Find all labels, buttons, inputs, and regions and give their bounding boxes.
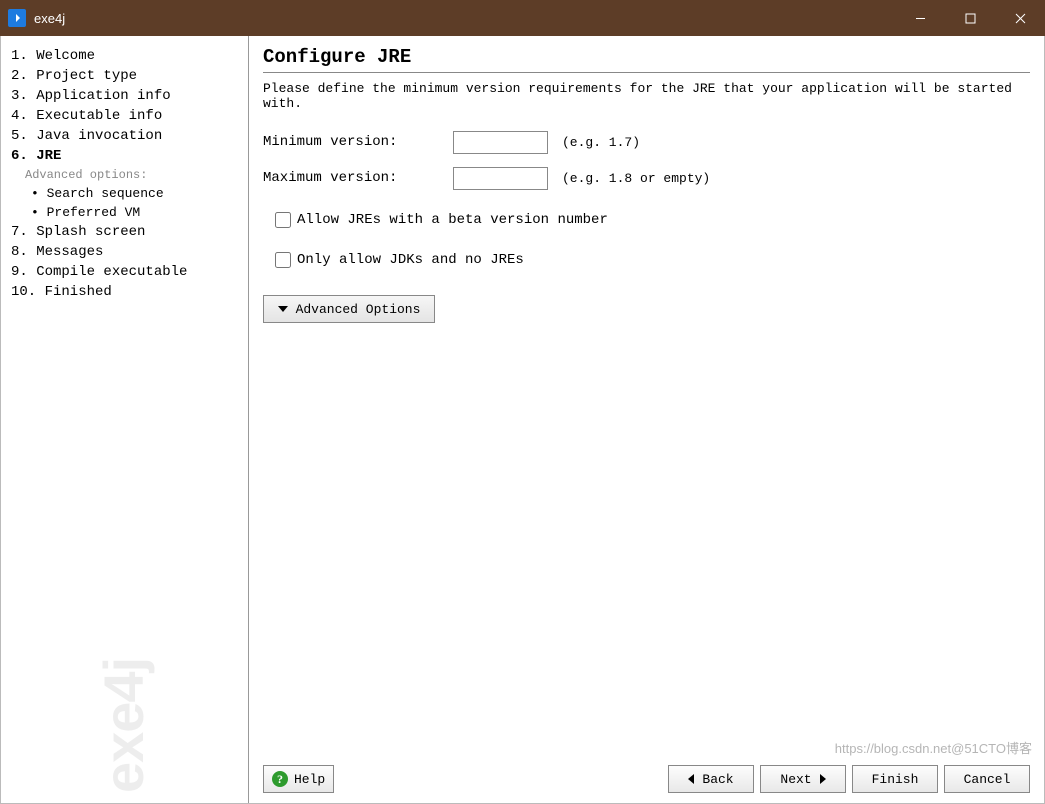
minimize-button[interactable]: [895, 0, 945, 36]
cancel-button[interactable]: Cancel: [944, 765, 1030, 793]
window-title: exe4j: [34, 11, 65, 26]
only-jdk-checkbox[interactable]: [275, 252, 291, 268]
maximum-version-hint: (e.g. 1.8 or empty): [562, 171, 710, 186]
cancel-label: Cancel: [964, 772, 1011, 787]
sidebar-advanced-item[interactable]: • Search sequence: [11, 184, 244, 203]
finish-button[interactable]: Finish: [852, 765, 938, 793]
page-description: Please define the minimum version requir…: [263, 81, 1030, 111]
finish-label: Finish: [872, 772, 919, 787]
main-panel: Configure JRE Please define the minimum …: [249, 36, 1044, 803]
sidebar-step-4[interactable]: 4. Executable info: [11, 106, 244, 126]
help-icon: ?: [272, 771, 288, 787]
sidebar-watermark: exe4j: [91, 658, 156, 793]
sidebar-step-3[interactable]: 3. Application info: [11, 86, 244, 106]
maximize-button[interactable]: [945, 0, 995, 36]
sidebar-step-6[interactable]: 6. JRE: [11, 146, 244, 166]
sidebar-advanced-header: Advanced options:: [11, 166, 244, 184]
page-title: Configure JRE: [263, 46, 1030, 73]
minimum-version-label: Minimum version:: [263, 134, 453, 150]
sidebar-step-2[interactable]: 2. Project type: [11, 66, 244, 86]
minimum-version-hint: (e.g. 1.7): [562, 135, 640, 150]
sidebar-step-1[interactable]: 1. Welcome: [11, 46, 244, 66]
wizard-footer: ? Help Back Next Finish Cancel: [263, 759, 1030, 793]
help-label: Help: [294, 772, 325, 787]
arrow-right-icon: [820, 774, 826, 784]
app-icon: [8, 9, 26, 27]
sidebar-step-5[interactable]: 5. Java invocation: [11, 126, 244, 146]
sidebar-step-12[interactable]: 9. Compile executable: [11, 262, 244, 282]
next-label: Next: [780, 772, 811, 787]
minimum-version-input[interactable]: [453, 131, 548, 154]
next-button[interactable]: Next: [760, 765, 846, 793]
titlebar: exe4j: [0, 0, 1045, 36]
help-button[interactable]: ? Help: [263, 765, 334, 793]
arrow-left-icon: [688, 774, 694, 784]
chevron-down-icon: [278, 306, 288, 312]
sidebar-step-10[interactable]: 7. Splash screen: [11, 222, 244, 242]
back-button[interactable]: Back: [668, 765, 754, 793]
advanced-options-label: Advanced Options: [296, 302, 421, 317]
back-label: Back: [702, 772, 733, 787]
allow-beta-checkbox[interactable]: [275, 212, 291, 228]
sidebar-step-11[interactable]: 8. Messages: [11, 242, 244, 262]
maximum-version-label: Maximum version:: [263, 170, 453, 186]
advanced-options-button[interactable]: Advanced Options: [263, 295, 435, 323]
close-button[interactable]: [995, 0, 1045, 36]
wizard-sidebar: 1. Welcome2. Project type3. Application …: [1, 36, 249, 803]
sidebar-advanced-item[interactable]: • Preferred VM: [11, 203, 244, 222]
maximum-version-input[interactable]: [453, 167, 548, 190]
allow-beta-label: Allow JREs with a beta version number: [297, 212, 608, 228]
only-jdk-label: Only allow JDKs and no JREs: [297, 252, 524, 268]
sidebar-step-13[interactable]: 10. Finished: [11, 282, 244, 302]
